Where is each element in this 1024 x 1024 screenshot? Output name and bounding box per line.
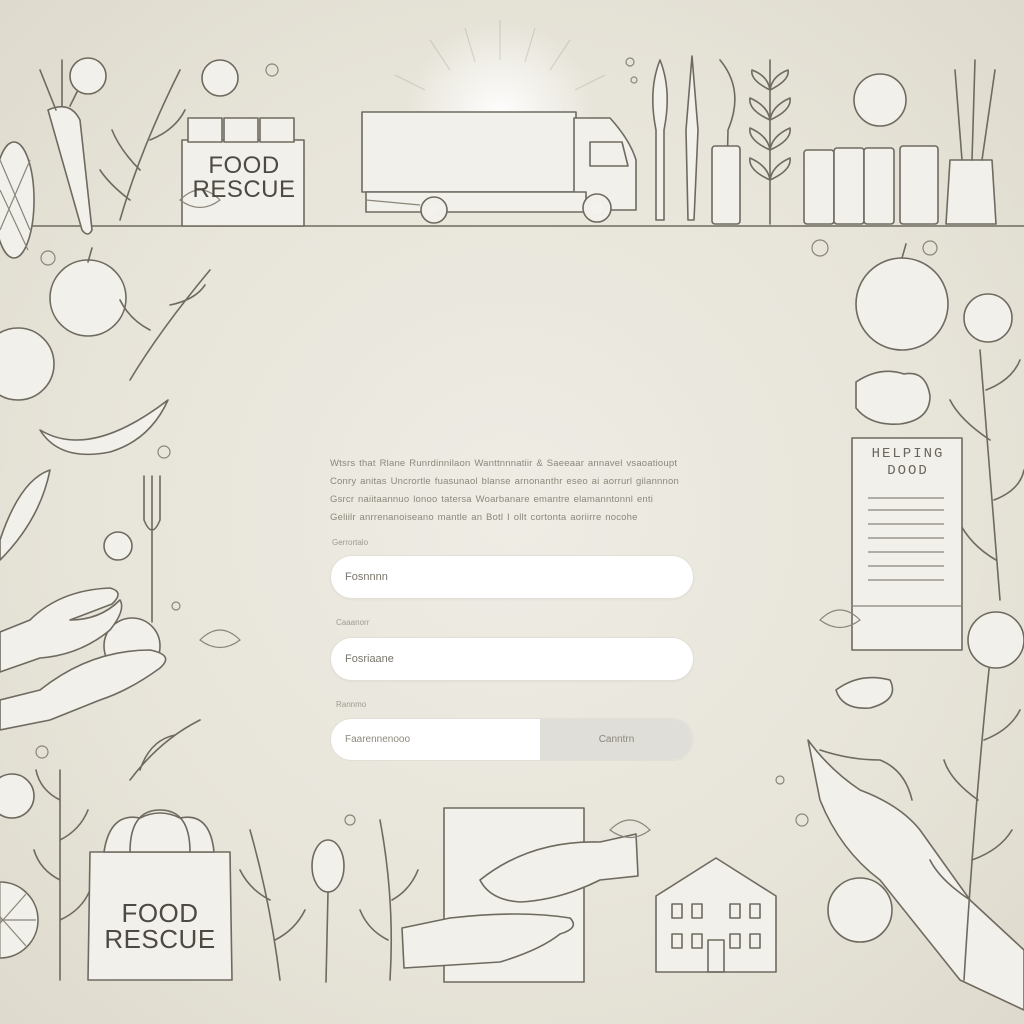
field3-label: Rannmo	[336, 700, 367, 709]
location-input[interactable]: Faarennenooo	[345, 734, 410, 745]
intro-text: Wtsrs that Rlane Runrdinnilaon Wanttnnna…	[330, 455, 694, 527]
name-input[interactable]	[330, 555, 694, 599]
intro-line: Wtsrs that Rlane Runrdinnilaon Wanttnnna…	[330, 458, 678, 469]
jars-and-utensils-icon	[653, 56, 996, 224]
box-label: FOOD RESCUE	[192, 152, 296, 203]
intro-line: Gsrcr naiitaannuo lonoo tatersa Woarbana…	[330, 494, 654, 505]
bag-label: FOOD RESCUE	[104, 898, 216, 954]
submit-button[interactable]: Canntrn	[540, 719, 693, 760]
field2-label: Caaanorr	[336, 618, 370, 627]
delivery-truck-icon	[362, 112, 636, 223]
leaf-branch-icon	[750, 60, 790, 224]
community-building-icon	[656, 858, 892, 972]
intro-line: Conry anitas Uncrortle fuasunaol blanse …	[330, 476, 679, 487]
submit-group: Faarennenooo Canntrn	[330, 718, 694, 761]
bottom-center-icons	[240, 808, 638, 982]
food-rescue-bag-icon	[0, 810, 232, 980]
field1-label: Gerrortalo	[332, 538, 369, 547]
contact-input[interactable]	[330, 637, 694, 681]
intro-line: Geliilr anrrenanoiseano mantle an Botl I…	[330, 512, 638, 523]
giving-hand-icon	[808, 740, 1024, 1010]
poster-label: HELPING DOOD	[871, 446, 945, 479]
